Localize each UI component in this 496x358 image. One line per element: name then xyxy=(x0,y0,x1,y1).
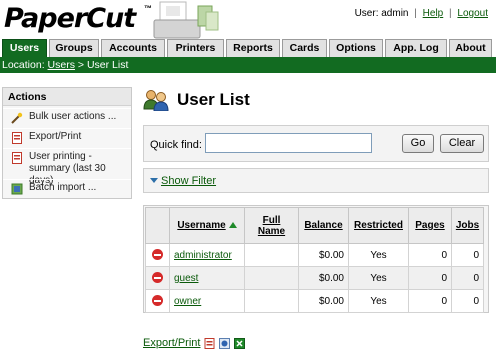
user-table-panel: Username Full Name Balance Restricted Pa… xyxy=(143,205,489,313)
logged-in-user: User: admin xyxy=(354,8,409,19)
action-label: Export/Print xyxy=(29,131,82,142)
quick-find-input[interactable] xyxy=(205,133,372,153)
header: PaperCut ™ User: admin | Help | Logout xyxy=(0,0,496,40)
delete-icon[interactable] xyxy=(152,249,163,261)
tab-accounts[interactable]: Accounts xyxy=(101,39,165,57)
pdf-icon xyxy=(12,132,22,144)
action-label: Bulk user actions ... xyxy=(29,111,117,122)
action-user-printing-summary[interactable]: User printing - summary (last 30 days) xyxy=(3,148,131,186)
breadcrumb-separator: > xyxy=(77,59,85,71)
expand-arrow-icon[interactable] xyxy=(150,178,158,183)
user-table: Username Full Name Balance Restricted Pa… xyxy=(145,207,484,313)
userbar-separator: | xyxy=(449,8,452,19)
delete-icon[interactable] xyxy=(152,272,163,284)
wand-icon xyxy=(11,112,23,124)
restricted-cell: Yes xyxy=(348,289,409,313)
username-column-header[interactable]: Username xyxy=(169,207,245,244)
users-icon xyxy=(143,90,169,111)
printer-logo-icon xyxy=(153,1,219,39)
restricted-cell: Yes xyxy=(348,266,409,290)
breadcrumb-prefix: Location: xyxy=(2,59,45,71)
table-row: administrator $0.00 Yes 0 0 xyxy=(145,243,484,267)
username-link[interactable]: owner xyxy=(174,296,201,307)
pages-cell: 0 xyxy=(408,289,452,313)
action-bulk-user-actions[interactable]: Bulk user actions ... xyxy=(3,108,131,127)
export-print-link[interactable]: Export/Print xyxy=(143,337,200,349)
go-button[interactable]: Go xyxy=(402,134,434,153)
quick-find-panel: Quick find: Go Clear xyxy=(143,125,489,162)
logout-link[interactable]: Logout xyxy=(457,8,488,19)
pdf-icon xyxy=(12,152,22,164)
restricted-column-header[interactable]: Restricted xyxy=(348,207,409,244)
username-link[interactable]: guest xyxy=(174,273,198,284)
show-filter-panel: Show Filter xyxy=(143,168,489,193)
tab-reports[interactable]: Reports xyxy=(226,39,280,57)
userbar-separator: | xyxy=(414,8,417,19)
pages-cell: 0 xyxy=(408,266,452,290)
full-name-cell xyxy=(244,289,299,313)
export-footer: Export/Print xyxy=(143,337,245,349)
quick-find-label: Quick find: xyxy=(150,139,202,151)
username-link[interactable]: administrator xyxy=(174,250,232,261)
pages-column-header[interactable]: Pages xyxy=(408,207,452,244)
pages-cell: 0 xyxy=(408,243,452,267)
delete-cell xyxy=(145,266,170,290)
balance-cell: $0.00 xyxy=(298,266,349,290)
jobs-cell: 0 xyxy=(451,266,484,290)
show-filter-link[interactable]: Show Filter xyxy=(161,175,216,187)
main-tabs: Users Groups Accounts Printers Reports C… xyxy=(0,39,496,57)
pdf-icon[interactable] xyxy=(204,338,215,349)
tab-cards[interactable]: Cards xyxy=(282,39,327,57)
actions-title: Actions xyxy=(3,88,131,106)
jobs-cell: 0 xyxy=(451,289,484,313)
username-cell: administrator xyxy=(169,243,245,267)
table-row: guest $0.00 Yes 0 0 xyxy=(145,266,484,290)
breadcrumb-current: User List xyxy=(86,59,129,71)
delete-cell xyxy=(145,289,170,313)
tab-users[interactable]: Users xyxy=(2,39,47,57)
balance-column-header[interactable]: Balance xyxy=(298,207,349,244)
breadcrumb-users-link[interactable]: Users xyxy=(48,59,75,71)
excel-icon[interactable] xyxy=(234,338,245,349)
html-icon[interactable] xyxy=(219,338,230,349)
action-batch-import[interactable]: Batch import ... xyxy=(3,179,131,198)
jobs-cell: 0 xyxy=(451,243,484,267)
tab-groups[interactable]: Groups xyxy=(49,39,99,57)
clear-button[interactable]: Clear xyxy=(440,134,484,153)
help-link[interactable]: Help xyxy=(423,8,444,19)
delete-column-header xyxy=(145,207,170,244)
delete-cell xyxy=(145,243,170,267)
breadcrumb: Location: Users > User List xyxy=(0,57,496,73)
username-cell: guest xyxy=(169,266,245,290)
full-name-cell xyxy=(244,266,299,290)
full-name-cell xyxy=(244,243,299,267)
actions-panel: Actions Bulk user actions ... Export/Pri… xyxy=(2,87,132,199)
tab-about[interactable]: About xyxy=(449,39,492,57)
tab-options[interactable]: Options xyxy=(329,39,383,57)
username-header-label: Username xyxy=(177,220,226,231)
sort-ascending-icon xyxy=(228,222,237,229)
table-row: owner $0.00 Yes 0 0 xyxy=(145,289,484,313)
full-name-column-header[interactable]: Full Name xyxy=(244,207,299,244)
tab-printers[interactable]: Printers xyxy=(167,39,224,57)
restricted-cell: Yes xyxy=(348,243,409,267)
full-name-header-line1: Full xyxy=(262,214,281,226)
user-bar: User: admin | Help | Logout xyxy=(355,8,488,19)
jobs-column-header[interactable]: Jobs xyxy=(451,207,484,244)
delete-icon[interactable] xyxy=(152,295,163,307)
action-label: Batch import ... xyxy=(29,182,97,193)
page-title: User List xyxy=(177,90,250,109)
papercut-logo: PaperCut xyxy=(4,3,136,34)
balance-cell: $0.00 xyxy=(298,243,349,267)
action-export-print[interactable]: Export/Print xyxy=(3,128,131,147)
tab-app-log[interactable]: App. Log xyxy=(385,39,447,57)
full-name-header-line2: Name xyxy=(257,225,286,237)
import-icon xyxy=(11,183,23,195)
username-cell: owner xyxy=(169,289,245,313)
balance-cell: $0.00 xyxy=(298,289,349,313)
